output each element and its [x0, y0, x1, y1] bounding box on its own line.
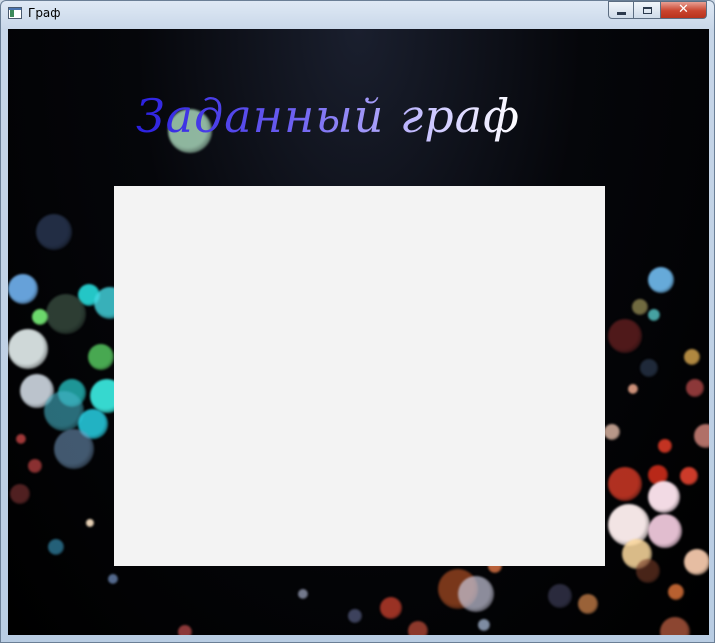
bokeh-light — [648, 309, 660, 321]
title-bar[interactable]: Граф ✕ — [1, 1, 714, 27]
bokeh-light — [648, 481, 680, 513]
close-button[interactable]: ✕ — [661, 1, 707, 19]
bokeh-light — [628, 384, 638, 394]
bokeh-light — [660, 617, 690, 635]
bokeh-light — [658, 439, 672, 453]
page-title: Заданный граф — [136, 89, 521, 143]
bokeh-light — [684, 349, 700, 365]
bokeh-light — [108, 574, 118, 584]
app-window: Граф ✕ Заданный граф — [0, 0, 715, 643]
bokeh-light — [608, 319, 642, 353]
bokeh-light — [8, 274, 38, 304]
bokeh-light — [88, 344, 114, 370]
client-area: Заданный граф — [8, 29, 709, 635]
bokeh-light — [608, 467, 642, 501]
graph-canvas[interactable] — [114, 186, 605, 566]
bokeh-light — [48, 539, 64, 555]
maximize-button[interactable] — [634, 1, 661, 19]
bokeh-light — [684, 549, 709, 575]
bokeh-light — [16, 434, 26, 444]
bokeh-light — [408, 621, 428, 635]
bokeh-light — [54, 429, 94, 469]
minimize-button[interactable] — [608, 1, 634, 19]
bokeh-light — [604, 424, 620, 440]
bokeh-light — [632, 299, 648, 315]
bokeh-light — [578, 594, 598, 614]
bokeh-light — [10, 484, 30, 504]
bokeh-light — [478, 619, 490, 631]
bokeh-light — [32, 309, 48, 325]
bokeh-light — [648, 514, 682, 548]
bokeh-light — [348, 609, 362, 623]
bokeh-light — [668, 584, 684, 600]
bokeh-light — [86, 519, 94, 527]
bokeh-light — [28, 459, 42, 473]
bokeh-light — [8, 329, 48, 369]
bokeh-light — [548, 584, 572, 608]
minimize-icon — [616, 11, 626, 15]
bokeh-light — [298, 589, 308, 599]
bokeh-light — [640, 359, 658, 377]
bokeh-light — [380, 597, 402, 619]
bokeh-light — [636, 559, 660, 583]
close-icon: ✕ — [678, 2, 689, 17]
bokeh-light — [458, 576, 494, 612]
bokeh-light — [680, 467, 698, 485]
window-title: Граф — [28, 6, 61, 20]
bokeh-light — [46, 294, 86, 334]
app-window-icon[interactable] — [8, 7, 22, 19]
bokeh-light — [178, 625, 192, 635]
bokeh-light — [648, 267, 674, 293]
bokeh-light — [36, 214, 72, 250]
bokeh-light — [686, 379, 704, 397]
bokeh-light — [694, 424, 709, 448]
maximize-icon — [642, 6, 652, 14]
